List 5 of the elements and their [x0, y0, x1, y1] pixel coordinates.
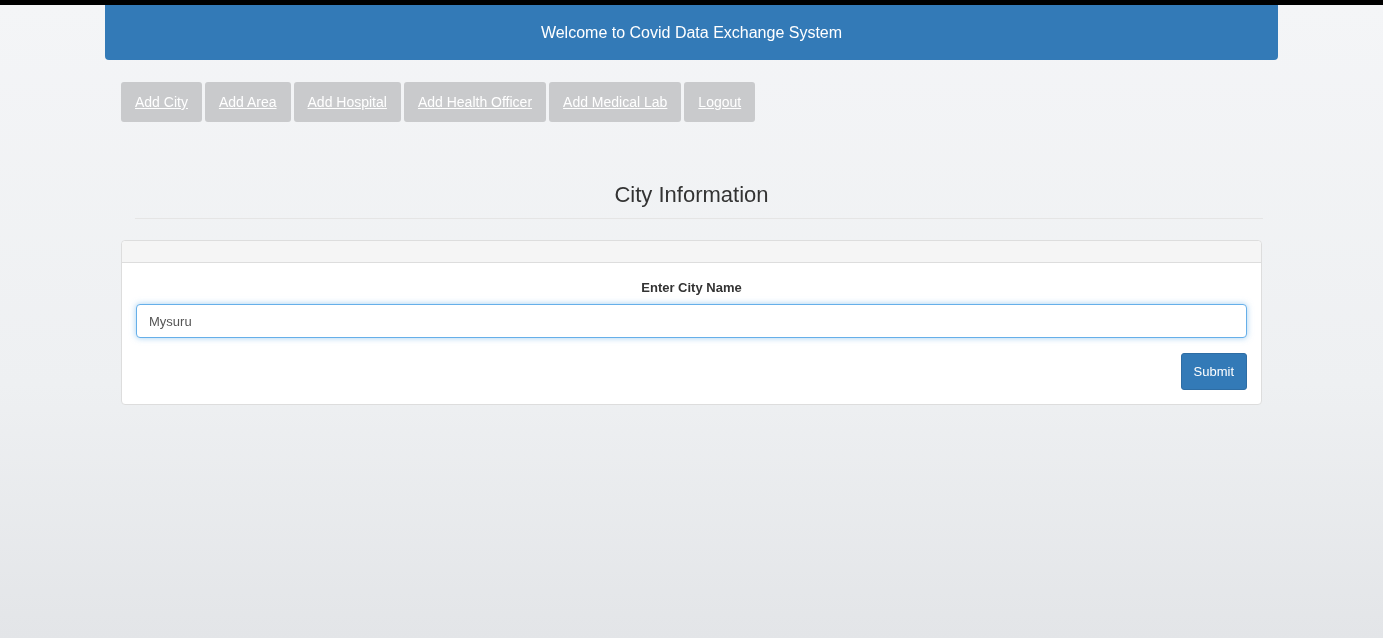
input-field[interactable]: Mysuru [136, 304, 1247, 338]
field-label: Enter City Name [641, 280, 742, 295]
submit-button[interactable]: Submit [1180, 353, 1247, 390]
header-title: Welcome to Covid Data Exchange System [540, 23, 843, 42]
page-heading: City Information [613, 182, 770, 208]
